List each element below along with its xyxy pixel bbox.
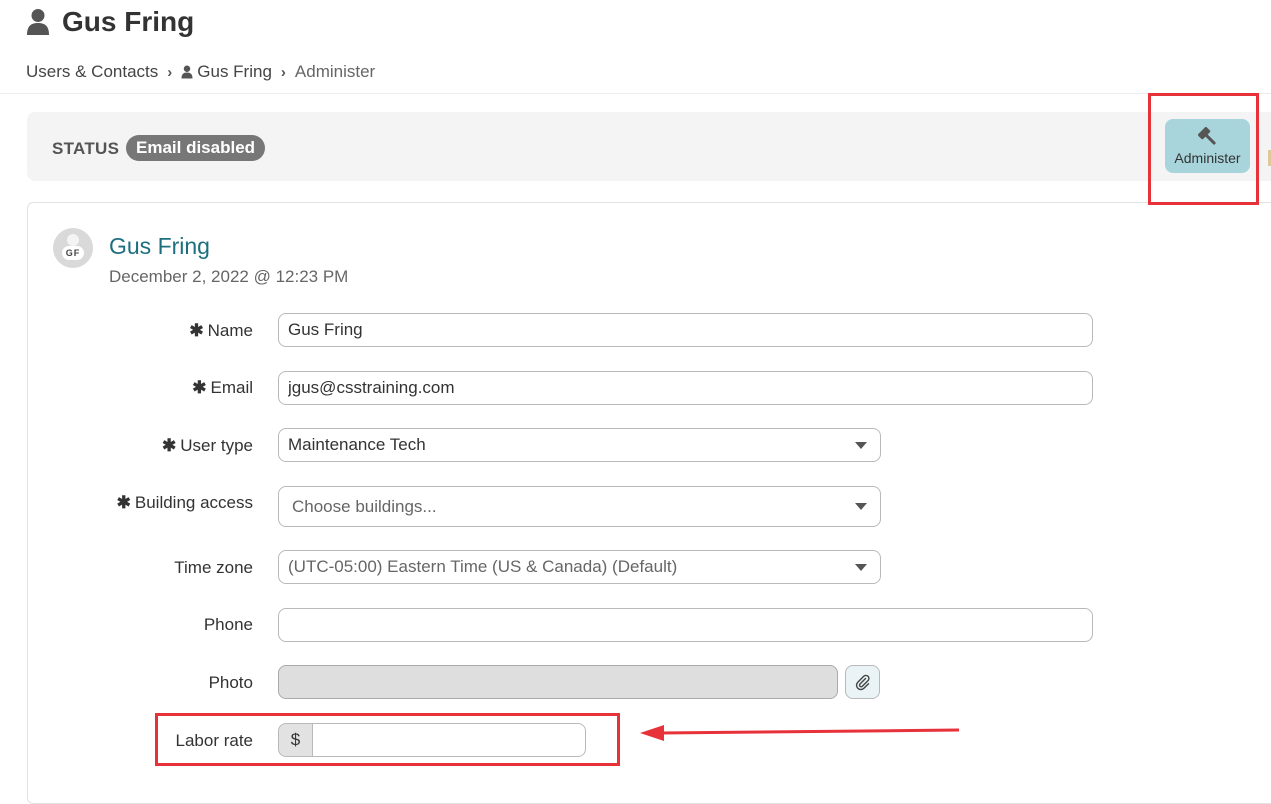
chevron-down-icon [855,563,867,571]
avatar-head [67,234,79,246]
user-icon [27,9,49,35]
building-access-label: ✱ Building access [117,492,253,514]
phone-field[interactable] [278,608,1093,642]
avatar-initials: GF [62,246,84,260]
breadcrumb-users-contacts[interactable]: Users & Contacts [26,62,158,82]
annotation-highlight-administer [1148,93,1259,205]
user-type-select[interactable]: Maintenance Tech [278,428,881,462]
profile-date: December 2, 2022 @ 12:23 PM [109,267,349,286]
email-field[interactable] [278,371,1093,405]
time-zone-select[interactable]: (UTC-05:00) Eastern Time (US & Canada) (… [278,550,881,584]
required-marker: ✱ [116,493,131,512]
breadcrumb-user-label: Gus Fring [197,62,272,81]
header-divider [0,93,1271,94]
breadcrumb-separator: › [167,63,173,81]
status-badge: Email disabled [126,135,266,161]
paperclip-icon [855,674,870,691]
phone-label: Phone [204,614,253,636]
user-type-label-text: User type [180,436,253,455]
photo-label: Photo [209,672,253,694]
user-type-label: ✱ User type [162,435,253,457]
time-zone-label: Time zone [174,557,253,579]
user-icon [181,65,193,79]
breadcrumb: Users & Contacts › Gus Fring › Administe… [26,60,375,84]
name-label: ✱ Name [189,320,253,342]
email-label: ✱ Email [192,377,253,399]
building-access-placeholder: Choose buildings... [292,496,437,516]
attach-photo-button[interactable] [845,665,880,699]
breadcrumb-separator: › [280,63,286,81]
page-title: Gus Fring [62,6,195,37]
name-label-text: Name [207,321,253,340]
building-access-select[interactable]: Choose buildings... [278,486,881,527]
name-field[interactable] [278,313,1093,347]
breadcrumb-user[interactable]: Gus Fring [181,62,272,82]
required-marker: ✱ [189,321,204,340]
chevron-down-icon [855,503,867,510]
photo-field[interactable] [278,665,838,699]
phone-label-text: Phone [203,615,253,634]
required-marker: ✱ [192,378,207,397]
annotation-arrow-icon [640,725,960,741]
breadcrumb-current: Administer [294,62,376,81]
profile-name[interactable]: Gus Fring [109,231,210,261]
photo-label-text: Photo [208,673,253,692]
time-zone-label-text: Time zone [174,558,253,577]
annotation-highlight-labor-rate [155,713,620,766]
user-type-value: Maintenance Tech [288,435,426,454]
chevron-down-icon [855,441,867,449]
building-access-label-text: Building access [134,493,253,512]
avatar: GF [53,228,93,268]
time-zone-value: (UTC-05:00) Eastern Time (US & Canada) (… [288,557,678,576]
required-marker: ✱ [162,436,177,455]
status-label: STATUS [52,139,120,158]
email-label-text: Email [210,378,253,397]
